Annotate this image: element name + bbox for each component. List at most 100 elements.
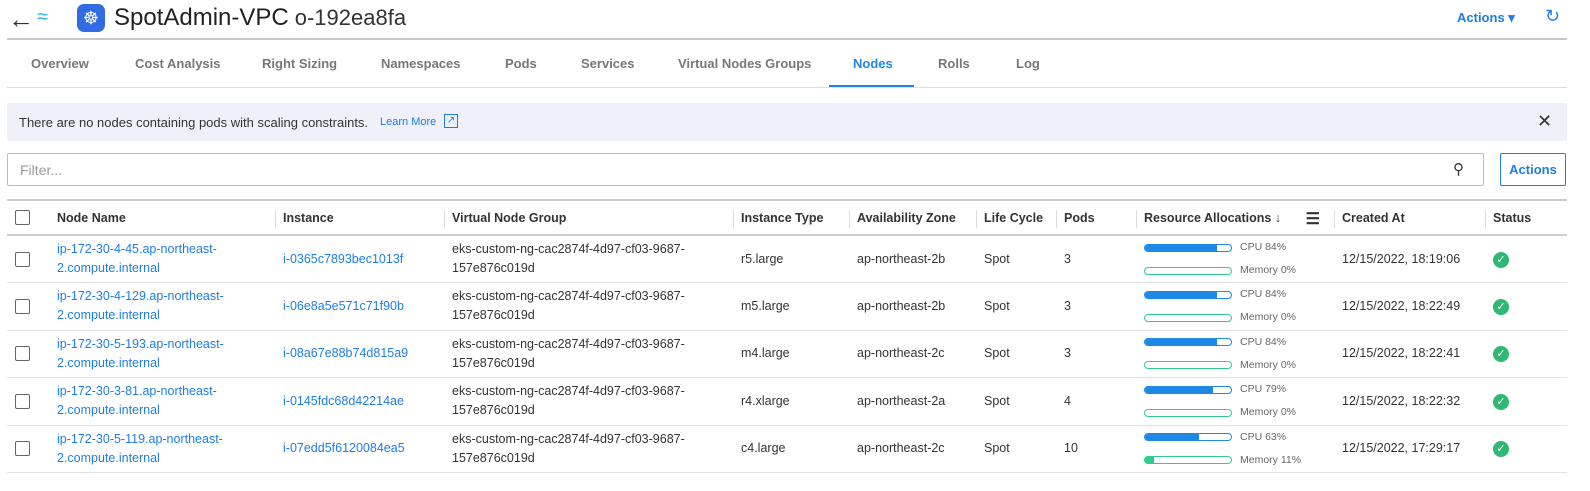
cpu-bar-fill xyxy=(1145,291,1218,298)
tab-namespaces[interactable]: Namespaces xyxy=(381,56,461,71)
cpu-bar xyxy=(1144,243,1232,252)
vng-line2: 157e876c019d xyxy=(452,308,535,323)
cpu-label: CPU 84% xyxy=(1240,335,1287,348)
node-name-link[interactable]: ip-172-30-5-119.ap-northeast- 2.compute.i… xyxy=(57,432,223,465)
pods-count: 3 xyxy=(1056,330,1136,378)
availability-zone: ap-northeast-2a xyxy=(849,377,976,426)
cpu-label: CPU 84% xyxy=(1240,288,1287,301)
page-title: SpotAdmin-VPC o-192ea8fa xyxy=(114,4,406,32)
created-at: 12/15/2022, 18:22:41 xyxy=(1334,330,1485,378)
col-pods[interactable]: Pods xyxy=(1056,200,1136,236)
actions-button[interactable]: Actions xyxy=(1500,153,1566,186)
life-cycle: Spot xyxy=(976,330,1056,378)
back-arrow-icon[interactable]: ← xyxy=(8,4,34,35)
instance-type: r4.xlarge xyxy=(733,377,849,426)
row-checkbox[interactable] xyxy=(15,441,30,457)
instance-link[interactable]: i-0365c7893bec1013f xyxy=(283,252,403,266)
cpu-label: CPU 63% xyxy=(1240,430,1287,443)
col-virtual-node-group[interactable]: Virtual Node Group xyxy=(444,200,733,236)
tab-bar: Overview Cost Analysis Right Sizing Name… xyxy=(7,40,1567,88)
node-name-link[interactable]: ip-172-30-3-81.ap-northeast- 2.compute.in… xyxy=(57,384,217,417)
instance-type: r5.large xyxy=(733,235,849,283)
tab-services[interactable]: Services xyxy=(581,56,635,71)
close-icon[interactable]: ✕ xyxy=(1537,111,1552,132)
header: ← ≈ ☸ SpotAdmin-VPC o-192ea8fa Actions ▾ … xyxy=(0,0,1590,40)
filter-input[interactable] xyxy=(7,153,1484,186)
instance-link[interactable]: i-07edd5f6120084ea5 xyxy=(283,441,405,455)
created-at: 12/15/2022, 17:29:17 xyxy=(1334,425,1485,473)
node-name-line2: 2.compute.internal xyxy=(57,403,160,418)
col-instance-type[interactable]: Instance Type xyxy=(733,200,849,236)
instance-type: c4.large xyxy=(733,425,849,473)
memory-bar xyxy=(1144,456,1232,465)
node-name-line1: ip-172-30-4-129.ap-northeast- xyxy=(57,289,224,304)
nodes-table: Node Name Instance Virtual Node Group In… xyxy=(7,199,1567,473)
select-all-checkbox[interactable] xyxy=(15,210,30,226)
col-created-at[interactable]: Created At xyxy=(1334,200,1485,236)
life-cycle: Spot xyxy=(976,377,1056,426)
node-name-line1: ip-172-30-5-119.ap-northeast- xyxy=(57,431,223,446)
tab-cost-analysis[interactable]: Cost Analysis xyxy=(135,56,221,71)
table-row[interactable]: ip-172-30-5-119.ap-northeast- 2.compute.i… xyxy=(7,425,1567,473)
col-status[interactable]: Status xyxy=(1485,200,1567,236)
node-name-link[interactable]: ip-172-30-5-193.ap-northeast- 2.compute.i… xyxy=(57,337,224,370)
pods-count: 3 xyxy=(1056,282,1136,331)
vng-line2: 157e876c019d xyxy=(452,403,535,418)
tab-overview[interactable]: Overview xyxy=(31,56,89,71)
availability-zone: ap-northeast-2b xyxy=(849,235,976,283)
memory-label: Memory 11% xyxy=(1240,453,1302,466)
tab-rolls[interactable]: Rolls xyxy=(938,56,970,71)
instance-link[interactable]: i-06e8a5e571c71f90b xyxy=(283,299,404,313)
info-banner: There are no nodes containing pods with … xyxy=(7,103,1567,141)
node-name-line2: 2.compute.internal xyxy=(57,261,160,275)
instance-link[interactable]: i-0145fdc68d42214ae xyxy=(283,394,404,408)
pods-count: 4 xyxy=(1056,377,1136,426)
availability-zone: ap-northeast-2b xyxy=(849,282,976,331)
instance-link[interactable]: i-08a67e88b74d815a9 xyxy=(283,346,408,360)
node-name-line1: ip-172-30-3-81.ap-northeast- xyxy=(57,384,217,399)
memory-label: Memory 0% xyxy=(1240,311,1297,324)
memory-bar xyxy=(1144,408,1232,417)
table-row[interactable]: ip-172-30-3-81.ap-northeast- 2.compute.in… xyxy=(7,377,1567,426)
table-row[interactable]: ip-172-30-4-129.ap-northeast- 2.compute.i… xyxy=(7,282,1567,331)
row-checkbox[interactable] xyxy=(15,251,30,267)
row-checkbox[interactable] xyxy=(15,393,30,409)
col-life-cycle[interactable]: Life Cycle xyxy=(976,200,1056,236)
row-checkbox[interactable] xyxy=(15,346,30,362)
table-row[interactable]: ip-172-30-4-45.ap-northeast- 2.compute.in… xyxy=(7,235,1567,283)
refresh-icon[interactable]: ↻ xyxy=(1545,6,1560,27)
col-node-name[interactable]: Node Name xyxy=(49,200,275,236)
vng-line1: eks-custom-ng-cac2874f-4d97-cf03-9687- xyxy=(452,289,685,304)
col-instance[interactable]: Instance xyxy=(275,200,444,236)
created-at: 12/15/2022, 18:22:32 xyxy=(1334,377,1485,426)
col-resource-allocations[interactable]: Resource Allocations ↓ ☰ xyxy=(1136,200,1334,236)
status-ok-icon: ✓ xyxy=(1493,393,1509,410)
external-link-icon[interactable]: ↗ xyxy=(444,114,458,128)
header-actions-button[interactable]: Actions ▾ xyxy=(1457,10,1515,26)
search-icon[interactable]: ⚲ xyxy=(1453,160,1464,178)
tab-right-sizing[interactable]: Right Sizing xyxy=(262,56,337,71)
node-name-link[interactable]: ip-172-30-4-129.ap-northeast- 2.compute.i… xyxy=(57,289,224,322)
tab-log[interactable]: Log xyxy=(1016,56,1040,71)
node-name-line1: ip-172-30-5-193.ap-northeast- xyxy=(57,336,224,351)
learn-more-link[interactable]: Learn More xyxy=(380,116,436,128)
node-name-line2: 2.compute.internal xyxy=(57,355,160,370)
tab-virtual-nodes-groups[interactable]: Virtual Nodes Groups xyxy=(678,56,811,71)
node-name-link[interactable]: ip-172-30-4-45.ap-northeast- 2.compute.in… xyxy=(57,242,217,275)
memory-bar xyxy=(1144,313,1232,322)
cluster-id: o-192ea8fa xyxy=(294,5,407,30)
status-ok-icon: ✓ xyxy=(1493,251,1509,268)
tab-nodes[interactable]: Nodes xyxy=(853,56,893,71)
tab-pods[interactable]: Pods xyxy=(505,56,537,71)
col-availability-zone[interactable]: Availability Zone xyxy=(849,200,976,236)
life-cycle: Spot xyxy=(976,235,1056,283)
row-checkbox[interactable] xyxy=(15,298,30,314)
resource-allocations: CPU 63% Memory 11% xyxy=(1144,428,1326,470)
cluster-name: SpotAdmin-VPC xyxy=(114,4,289,31)
resource-allocations: CPU 84% Memory 0% xyxy=(1144,285,1326,327)
active-tab-indicator xyxy=(829,85,914,87)
table-row[interactable]: ip-172-30-5-193.ap-northeast- 2.compute.i… xyxy=(7,330,1567,378)
column-menu-icon[interactable]: ☰ xyxy=(1306,209,1320,229)
status-ok-icon: ✓ xyxy=(1493,298,1509,315)
vng-line1: eks-custom-ng-cac2874f-4d97-cf03-9687- xyxy=(452,242,685,256)
